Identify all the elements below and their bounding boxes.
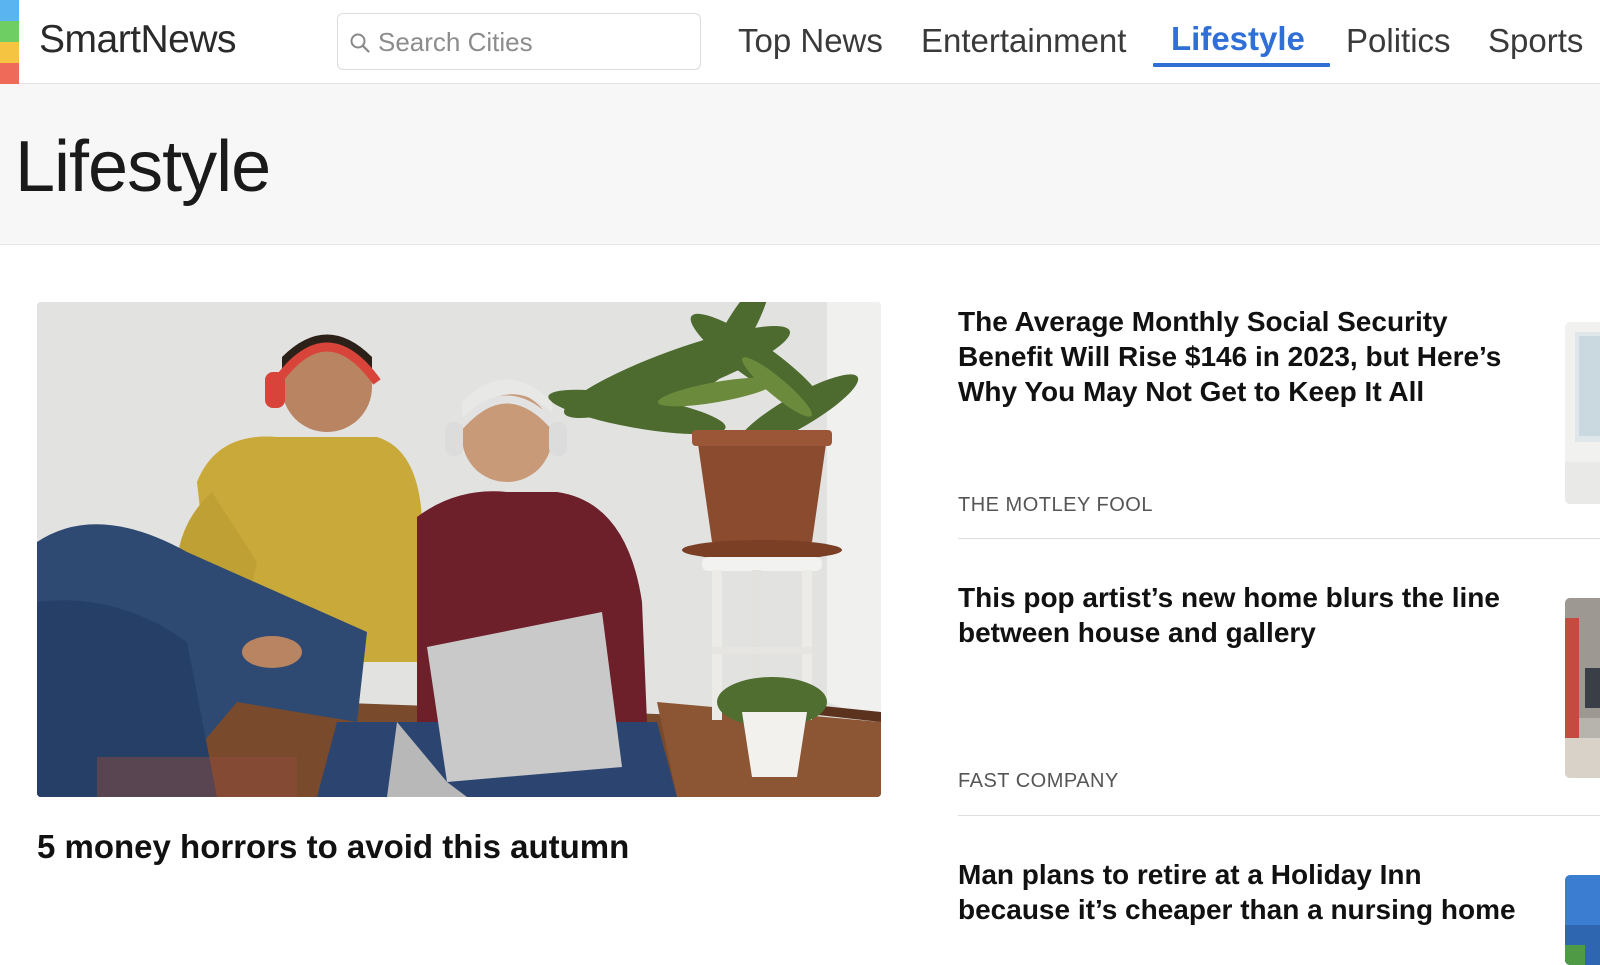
divider [958, 538, 1600, 539]
article-title[interactable]: The Average Monthly Social Security Bene… [958, 304, 1538, 409]
tab-politics[interactable]: Politics [1346, 22, 1451, 60]
search-icon [350, 33, 370, 53]
list-item[interactable]: Man plans to retire at a Holiday Inn bec… [958, 857, 1600, 965]
tab-top-news[interactable]: Top News [738, 22, 883, 60]
category-nav: Top News Entertainment Lifestyle Politic… [720, 0, 1600, 84]
list-item[interactable]: This pop artist’s new home blurs the lin… [958, 580, 1600, 816]
brand-logo[interactable]: SmartNews [39, 18, 237, 62]
list-item[interactable]: The Average Monthly Social Security Bene… [958, 304, 1600, 540]
divider [958, 815, 1600, 816]
article-source: THE MOTLEY FOOL [958, 494, 1153, 516]
featured-article-image[interactable] [37, 302, 881, 797]
article-thumbnail[interactable] [1565, 875, 1600, 965]
tab-entertainment[interactable]: Entertainment [921, 22, 1126, 60]
active-tab-indicator [1153, 63, 1330, 67]
search-box[interactable] [337, 13, 701, 70]
tab-sports[interactable]: Sports [1488, 22, 1583, 60]
tab-lifestyle[interactable]: Lifestyle [1171, 20, 1305, 58]
search-input[interactable] [378, 26, 688, 58]
top-header: SmartNews Top News Entertainment Lifesty… [0, 0, 1600, 84]
article-title[interactable]: Man plans to retire at a Holiday Inn bec… [958, 857, 1538, 927]
article-source: FAST COMPANY [958, 770, 1119, 792]
featured-article-title[interactable]: 5 money horrors to avoid this autumn [37, 828, 629, 866]
brand-color-stripe [0, 0, 19, 84]
article-thumbnail[interactable] [1565, 322, 1600, 504]
page-title: Lifestyle [15, 127, 271, 207]
article-thumbnail[interactable] [1565, 598, 1600, 778]
article-title[interactable]: This pop artist’s new home blurs the lin… [958, 580, 1538, 650]
section-header: Lifestyle [0, 84, 1600, 245]
